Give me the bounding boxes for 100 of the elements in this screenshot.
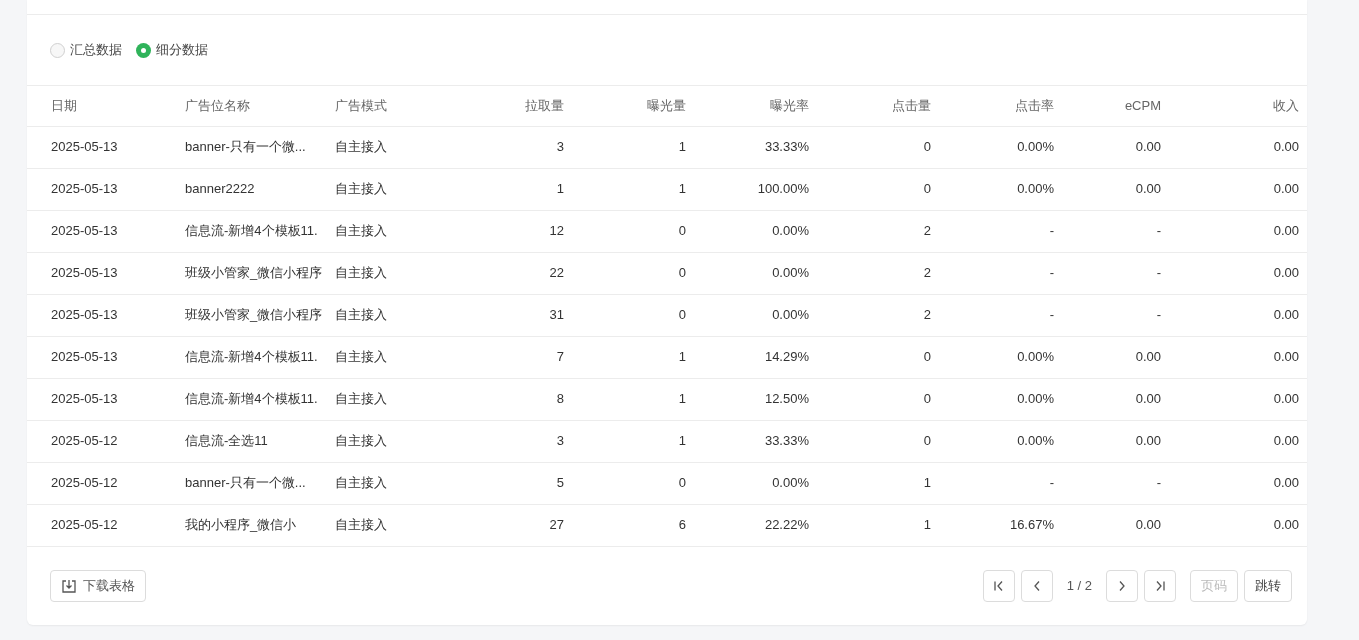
column-header: 拉取量 (525, 98, 564, 113)
column-header: 广告模式 (335, 98, 387, 113)
table-cell: 2025-05-12 (51, 433, 118, 449)
table-cell: 1 (556, 181, 564, 197)
table-cell: - (1156, 475, 1161, 491)
table-cell: 班级小管家_微信小程序 (185, 265, 323, 281)
column-header: 点击率 (1015, 98, 1054, 113)
table-cell: - (1156, 223, 1161, 239)
table-cell: 33.33% (764, 433, 809, 449)
table-cell: 3 (556, 139, 564, 155)
column-header: eCPM (1124, 98, 1161, 113)
jump-button[interactable]: 跳转 (1244, 569, 1292, 602)
download-button[interactable]: 下载表格 (50, 569, 146, 602)
table-cell: 27 (549, 517, 564, 533)
table-cell: - (1156, 307, 1161, 323)
table-cell: 0.00 (1135, 349, 1161, 365)
table-cell: 1 (678, 181, 686, 197)
table-cell: 自主接入 (335, 349, 387, 365)
table-cell: 自主接入 (335, 223, 387, 239)
table-cell: 信息流-新增4个模板11. (185, 223, 318, 239)
first-page-button[interactable] (982, 569, 1015, 602)
table-cell: 我的小程序_微信小 (185, 517, 297, 533)
previous-page-button[interactable] (1020, 569, 1053, 602)
column-header: 曝光量 (647, 98, 686, 113)
table-cell: 0 (923, 139, 931, 155)
table-cell: 2025-05-13 (51, 349, 118, 365)
table-cell: 1 (923, 517, 931, 533)
table-cell: 0.00 (1135, 391, 1161, 407)
table-cell: 2 (923, 307, 931, 323)
radio-option[interactable]: 细分数据 (136, 40, 208, 60)
table-cell: - (1049, 265, 1054, 281)
table-cell: 0 (678, 475, 686, 491)
table-cell: 0 (923, 433, 931, 449)
table-cell: 2025-05-13 (51, 391, 118, 407)
table-cell: 12.50% (764, 391, 809, 407)
page-number-field[interactable]: 页码 (1190, 569, 1238, 602)
table-cell: banner-只有一个微... (185, 139, 306, 155)
table-cell: 1 (678, 349, 686, 365)
table-cell: 0.00 (1273, 349, 1299, 365)
table-cell: 1 (678, 139, 686, 155)
table-cell: 自主接入 (335, 433, 387, 449)
table-cell: 1 (678, 433, 686, 449)
table-cell: 14.29% (764, 349, 809, 365)
table-cell: 自主接入 (335, 307, 387, 323)
table-cell: 0.00 (1135, 139, 1161, 155)
table-cell: 0.00% (772, 265, 809, 281)
page-indicator: 1 / 2 (1066, 576, 1092, 595)
first-page-icon (992, 579, 1005, 592)
table-cell: banner-只有一个微... (185, 475, 306, 491)
table-cell: 2025-05-13 (51, 139, 118, 155)
table-cell: 2025-05-13 (51, 307, 118, 323)
table-cell: 0.00% (772, 307, 809, 323)
column-header: 曝光率 (770, 98, 809, 113)
radio-option[interactable]: 汇总数据 (50, 40, 122, 60)
table-cell: 1 (678, 391, 686, 407)
table-cell: 0 (923, 181, 931, 197)
table-cell: 22 (549, 265, 564, 281)
table-cell: 31 (549, 307, 564, 323)
table-cell: 22.22% (764, 517, 809, 533)
table-cell: - (1049, 475, 1054, 491)
download-icon (61, 577, 77, 594)
table-cell: 3 (556, 433, 564, 449)
table-cell: 班级小管家_微信小程序 (185, 307, 323, 323)
table-cell: 0.00% (1017, 391, 1054, 407)
table-cell: 0.00 (1273, 517, 1299, 533)
table-cell: 2 (923, 223, 931, 239)
table-cell: 0.00% (1017, 433, 1054, 449)
table-cell: 8 (556, 391, 564, 407)
table-cell: banner2222 (185, 181, 255, 197)
table-cell: 信息流-全选11 (185, 433, 268, 449)
table-cell: 0.00 (1273, 181, 1299, 197)
last-page-button[interactable] (1144, 569, 1176, 602)
table-cell: 0.00% (772, 475, 809, 491)
last-page-icon (1154, 579, 1166, 592)
table-cell: 0.00 (1273, 307, 1299, 323)
table-cell: 33.33% (764, 139, 809, 155)
column-header: 收入 (1273, 98, 1299, 113)
table-cell: 自主接入 (335, 391, 387, 407)
table-cell: 0.00% (1017, 139, 1054, 155)
table-cell: 6 (678, 517, 686, 533)
table-cell: - (1156, 265, 1161, 281)
table-cell: - (1049, 223, 1054, 239)
table-cell: 自主接入 (335, 475, 387, 491)
table-cell: 0.00% (1017, 181, 1054, 197)
table-cell: 2025-05-12 (51, 475, 118, 491)
table-cell: 0.00 (1273, 139, 1299, 155)
table-cell: 0 (678, 307, 686, 323)
table-cell: 信息流-新增4个模板11. (185, 349, 318, 365)
table-cell: 信息流-新增4个模板11. (185, 391, 318, 407)
table-cell: 2025-05-13 (51, 265, 118, 281)
table-cell: 7 (556, 349, 564, 365)
next-page-button[interactable] (1106, 569, 1138, 602)
table-cell: - (1049, 307, 1054, 323)
table-cell: 0.00 (1135, 517, 1161, 533)
column-header: 点击量 (892, 98, 931, 113)
table-cell: 自主接入 (335, 517, 387, 533)
table-cell: 0.00 (1273, 223, 1299, 239)
table-cell: 1 (923, 475, 931, 491)
table-cell: 0.00 (1273, 433, 1299, 449)
table-cell: 0.00% (1017, 349, 1054, 365)
